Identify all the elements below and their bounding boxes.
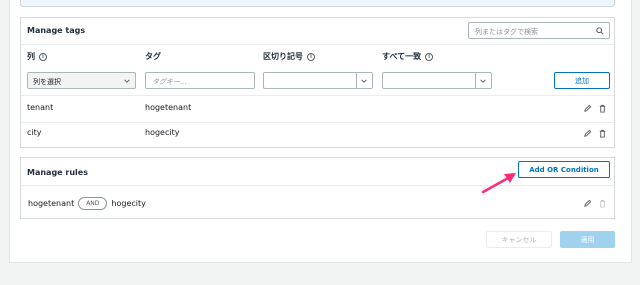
- apply-button[interactable]: 適用: [560, 231, 615, 248]
- chevron-down-icon: [361, 79, 367, 83]
- trash-icon[interactable]: [598, 199, 607, 208]
- match-all-select[interactable]: [382, 72, 492, 89]
- add-or-condition-button[interactable]: Add OR Condition: [518, 161, 610, 178]
- column-header-tag: タグ: [145, 52, 161, 61]
- row-column-value: tenant: [27, 103, 54, 112]
- manage-rules-title: Manage rules: [27, 168, 88, 177]
- trash-icon[interactable]: [598, 129, 607, 138]
- annotation-arrow-icon: [481, 173, 516, 194]
- pencil-icon[interactable]: [583, 199, 592, 208]
- divider: [21, 44, 614, 45]
- delimiter-select[interactable]: [263, 72, 373, 89]
- column-header-delimiter: 区切り記号 i: [263, 51, 315, 62]
- row-tag-value: hogetenant: [145, 103, 192, 112]
- info-icon[interactable]: i: [307, 52, 315, 61]
- manage-tags-panel: Manage tags 列またはタグで検索 列i タグ 区切り記号 i すべて一致…: [20, 17, 615, 148]
- chevron-down-icon: [480, 79, 486, 83]
- info-icon[interactable]: i: [39, 52, 47, 61]
- column-header-column: 列i: [27, 51, 47, 62]
- info-icon[interactable]: i: [425, 52, 434, 61]
- manage-rules-panel: Manage rules Add OR Condition hogetenant…: [20, 157, 615, 219]
- search-icon: [596, 27, 604, 35]
- rule-right-tag: hogecity: [111, 199, 146, 208]
- divider: [21, 185, 614, 186]
- tag-search-input[interactable]: 列またはタグで検索: [468, 22, 610, 39]
- top-panel-edge: [20, 0, 615, 7]
- cancel-button[interactable]: キャンセル: [486, 231, 552, 248]
- chevron-down-icon: [124, 79, 130, 83]
- tag-key-input[interactable]: タグキー...: [145, 72, 255, 89]
- pencil-icon[interactable]: [583, 129, 592, 138]
- search-placeholder: 列またはタグで検索: [475, 28, 538, 36]
- rule-row: hogetenant AND hogecity: [28, 197, 146, 210]
- and-operator-badge: AND: [78, 197, 108, 210]
- column-select[interactable]: 列を選択: [27, 72, 136, 89]
- divider: [21, 122, 614, 123]
- divider: [21, 95, 614, 96]
- row-column-value: city: [27, 128, 42, 137]
- trash-icon[interactable]: [598, 104, 607, 113]
- column-header-match-all: すべて一致 i: [382, 51, 434, 62]
- manage-tags-title: Manage tags: [27, 26, 86, 35]
- pencil-icon[interactable]: [583, 104, 592, 113]
- add-tag-button[interactable]: 追加: [554, 72, 610, 89]
- row-tag-value: hogecity: [145, 128, 180, 137]
- rule-left-tag: hogetenant: [28, 199, 75, 208]
